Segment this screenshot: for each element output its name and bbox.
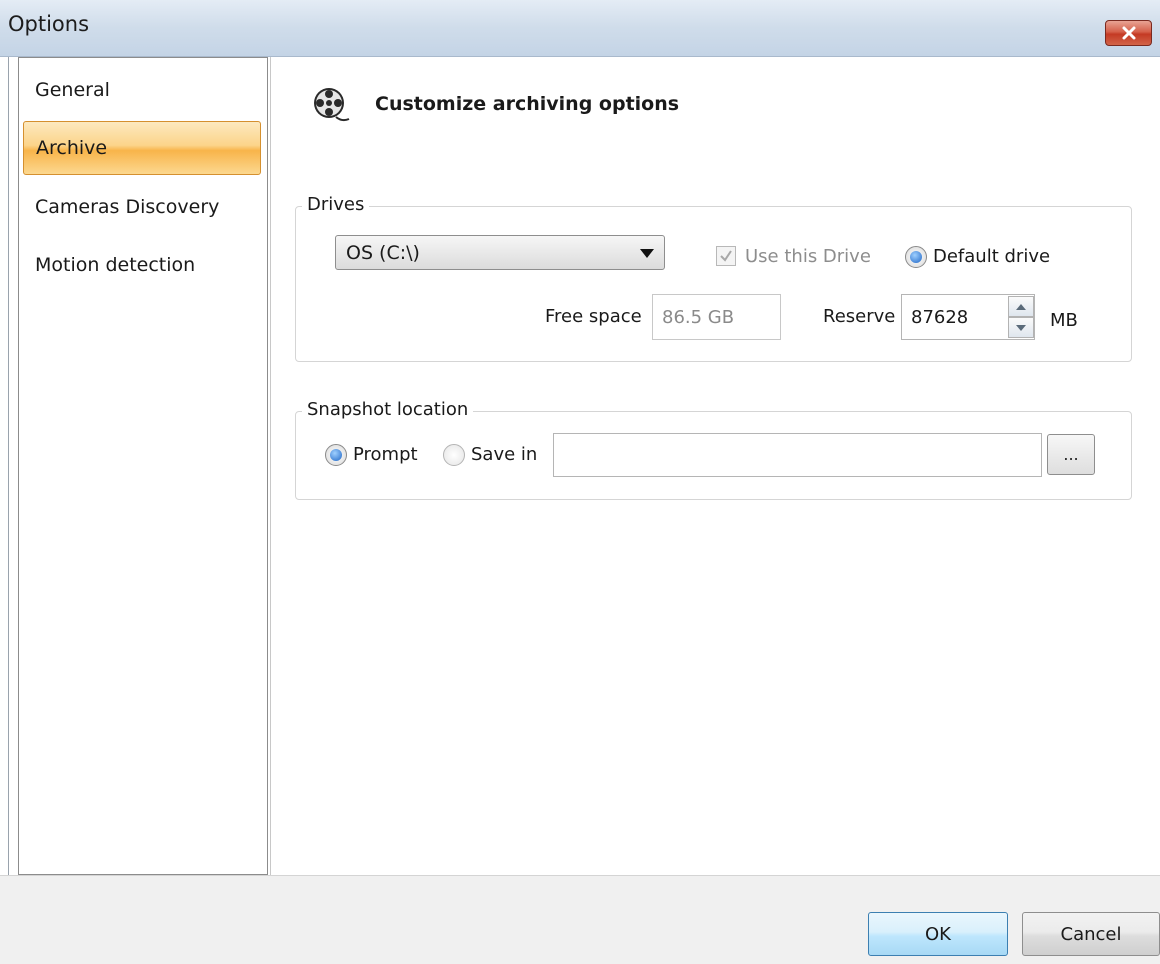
sidebar-item-label: Archive <box>36 137 108 159</box>
use-this-drive-checkbox[interactable] <box>716 246 736 266</box>
ok-button[interactable]: OK <box>868 912 1008 956</box>
drive-select-value: OS (C:\) <box>346 241 420 264</box>
close-button[interactable] <box>1105 20 1152 46</box>
ok-button-label: OK <box>925 923 951 945</box>
reserve-unit: MB <box>1050 310 1078 331</box>
title-bar: Options <box>0 0 1160 57</box>
window-left-border <box>8 57 9 875</box>
sidebar-item-label: Cameras Discovery <box>35 196 220 218</box>
checkmark-icon <box>720 250 732 262</box>
page-title: Customize archiving options <box>375 93 680 115</box>
browse-button[interactable]: ... <box>1047 434 1095 475</box>
sidebar: General Archive Cameras Discovery Motion… <box>18 57 268 875</box>
close-icon <box>1122 26 1135 40</box>
free-space-field: 86.5 GB <box>652 294 781 340</box>
sidebar-item-general[interactable]: General <box>23 63 261 117</box>
reserve-label: Reserve <box>823 306 896 327</box>
sidebar-item-label: General <box>35 79 110 101</box>
arrow-up-icon <box>1016 303 1026 310</box>
sidebar-item-label: Motion detection <box>35 254 196 276</box>
cancel-button-label: Cancel <box>1060 923 1122 945</box>
snapshot-legend: Snapshot location <box>302 399 474 420</box>
stepper-down-button[interactable] <box>1008 317 1034 338</box>
use-this-drive-label: Use this Drive <box>745 246 871 267</box>
drive-select[interactable]: OS (C:\) <box>335 235 665 270</box>
free-space-label: Free space <box>545 306 642 327</box>
sidebar-item-cameras-discovery[interactable]: Cameras Discovery <box>23 180 261 234</box>
default-drive-label: Default drive <box>933 246 1051 267</box>
save-in-radio[interactable] <box>443 444 465 466</box>
snapshot-path-input[interactable] <box>553 433 1042 477</box>
prompt-radio[interactable] <box>325 444 347 466</box>
default-drive-radio[interactable] <box>905 246 927 268</box>
stepper-up-button[interactable] <box>1008 296 1034 317</box>
window-title: Options <box>8 12 90 36</box>
drives-legend: Drives <box>302 194 370 215</box>
reserve-stepper[interactable] <box>1008 296 1034 340</box>
cancel-button[interactable]: Cancel <box>1022 912 1160 956</box>
film-reel-icon <box>314 88 350 122</box>
sidebar-item-archive[interactable]: Archive <box>23 121 261 175</box>
save-in-label: Save in <box>471 444 538 465</box>
sidebar-item-motion-detection[interactable]: Motion detection <box>23 238 261 292</box>
prompt-label: Prompt <box>353 444 418 465</box>
chevron-down-icon <box>640 249 654 258</box>
arrow-down-icon <box>1016 324 1026 331</box>
browse-button-label: ... <box>1063 445 1079 464</box>
